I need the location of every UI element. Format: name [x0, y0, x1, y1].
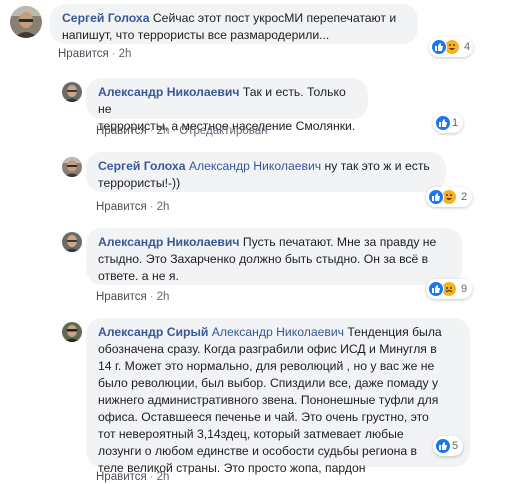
like-button[interactable]: Нравится — [96, 291, 147, 303]
mention-link[interactable]: Александр Николаевич — [189, 159, 321, 173]
comment-author[interactable]: Александр Николаевич — [98, 85, 239, 99]
comment-text: обозначена сразу. Когда разграбили офис … — [98, 342, 437, 356]
comment-bubble: Александр Николаевич Пусть печатают. Мне… — [86, 228, 462, 285]
comment-text: лозунги о любом единстве и особости судь… — [98, 444, 418, 458]
like-button[interactable]: Нравится — [58, 48, 109, 60]
timestamp[interactable]: 2h — [157, 471, 170, 483]
like-reaction-icon — [431, 39, 447, 55]
comment-text: офиса. Оставшееся печенье и чай. Это оче… — [98, 410, 429, 424]
separator: · — [149, 125, 154, 137]
mention-link[interactable]: Александр Николаевич — [212, 325, 344, 339]
comment-text: ответе. а не я. — [98, 269, 179, 283]
reaction-summary[interactable]: 1 — [433, 113, 463, 133]
like-button[interactable]: Нравится — [96, 201, 147, 213]
avatar[interactable] — [62, 322, 82, 342]
reaction-count: 5 — [452, 440, 459, 452]
comment-actions: Нравится · 2h — [58, 47, 131, 61]
comment-author[interactable]: Сергей Голоха — [98, 159, 185, 173]
comment-bubble: Сергей Голоха Александр Николаевич ну та… — [86, 152, 446, 192]
reaction-count: 2 — [461, 191, 468, 203]
comment-bubble: Сергей Голоха Сейчас этот пост укросМИ п… — [50, 4, 418, 44]
comment-text: было революции, был выбор. Спиздили все,… — [98, 376, 439, 390]
like-reaction-icon — [428, 281, 444, 297]
timestamp[interactable]: 2h — [119, 48, 132, 60]
comment-text: террористы!-)) — [98, 176, 181, 190]
separator: · — [149, 291, 154, 303]
separator: · — [149, 201, 154, 213]
comment-actions: Нравится · 2h — [96, 200, 169, 214]
comment-actions: Нравится · 2h — [96, 470, 169, 484]
comment-text: 14 г. Может это нормально, для революций… — [98, 359, 435, 373]
comment-bubble: Александр Николаевич Так и есть. Только … — [86, 78, 368, 133]
like-reaction-icon — [428, 189, 444, 205]
timestamp[interactable]: 2h — [157, 291, 170, 303]
comment-actions: Нравится · 2h · Отредактирован — [96, 124, 267, 138]
separator: · — [172, 125, 177, 137]
comment-text: Сейчас этот пост укросМИ перепечатают и — [152, 11, 397, 25]
reaction-count: 9 — [461, 283, 468, 295]
timestamp[interactable]: 2h — [157, 125, 170, 137]
reaction-count: 1 — [452, 117, 459, 129]
avatar[interactable] — [62, 157, 82, 177]
like-button[interactable]: Нравится — [96, 471, 147, 483]
comment-author[interactable]: Александр Сирый — [98, 325, 208, 339]
reaction-summary[interactable]: 2 — [426, 187, 472, 207]
reaction-count: 4 — [464, 41, 471, 53]
comment-text: Тенденция была — [344, 325, 442, 339]
avatar[interactable] — [10, 6, 42, 38]
like-reaction-icon — [435, 438, 451, 454]
comment-text: тот невероятный 3,14здец, который затмев… — [98, 427, 404, 441]
separator: · — [149, 471, 154, 483]
comment-text: напишут, что террористы все размародерил… — [62, 28, 330, 42]
edited-label[interactable]: Отредактирован — [179, 125, 267, 137]
separator: · — [111, 48, 116, 60]
comment-author[interactable]: Александр Николаевич — [98, 235, 239, 249]
reaction-summary[interactable]: 4 — [429, 37, 473, 57]
comment-author[interactable]: Сергей Голоха — [62, 11, 149, 25]
comment-actions: Нравится · 2h — [96, 290, 169, 304]
comment-text: ну так это ж и есть — [321, 159, 430, 173]
like-button[interactable]: Нравится — [96, 125, 147, 137]
reaction-summary[interactable]: 9 — [426, 279, 472, 299]
like-reaction-icon — [435, 115, 451, 131]
comment-bubble: Александр Сирый Александр Николаевич Тен… — [86, 318, 470, 475]
timestamp[interactable]: 2h — [157, 201, 170, 213]
reaction-summary[interactable]: 5 — [433, 436, 463, 456]
comment-text: нижнего административного звена. Пононеш… — [98, 393, 439, 407]
avatar[interactable] — [62, 82, 82, 102]
avatar[interactable] — [62, 232, 82, 252]
comment-text: стыдно. Это Захарченко должно быть стыдн… — [98, 252, 429, 266]
comment-text: Пусть печатают. Мне за правду не — [242, 235, 437, 249]
